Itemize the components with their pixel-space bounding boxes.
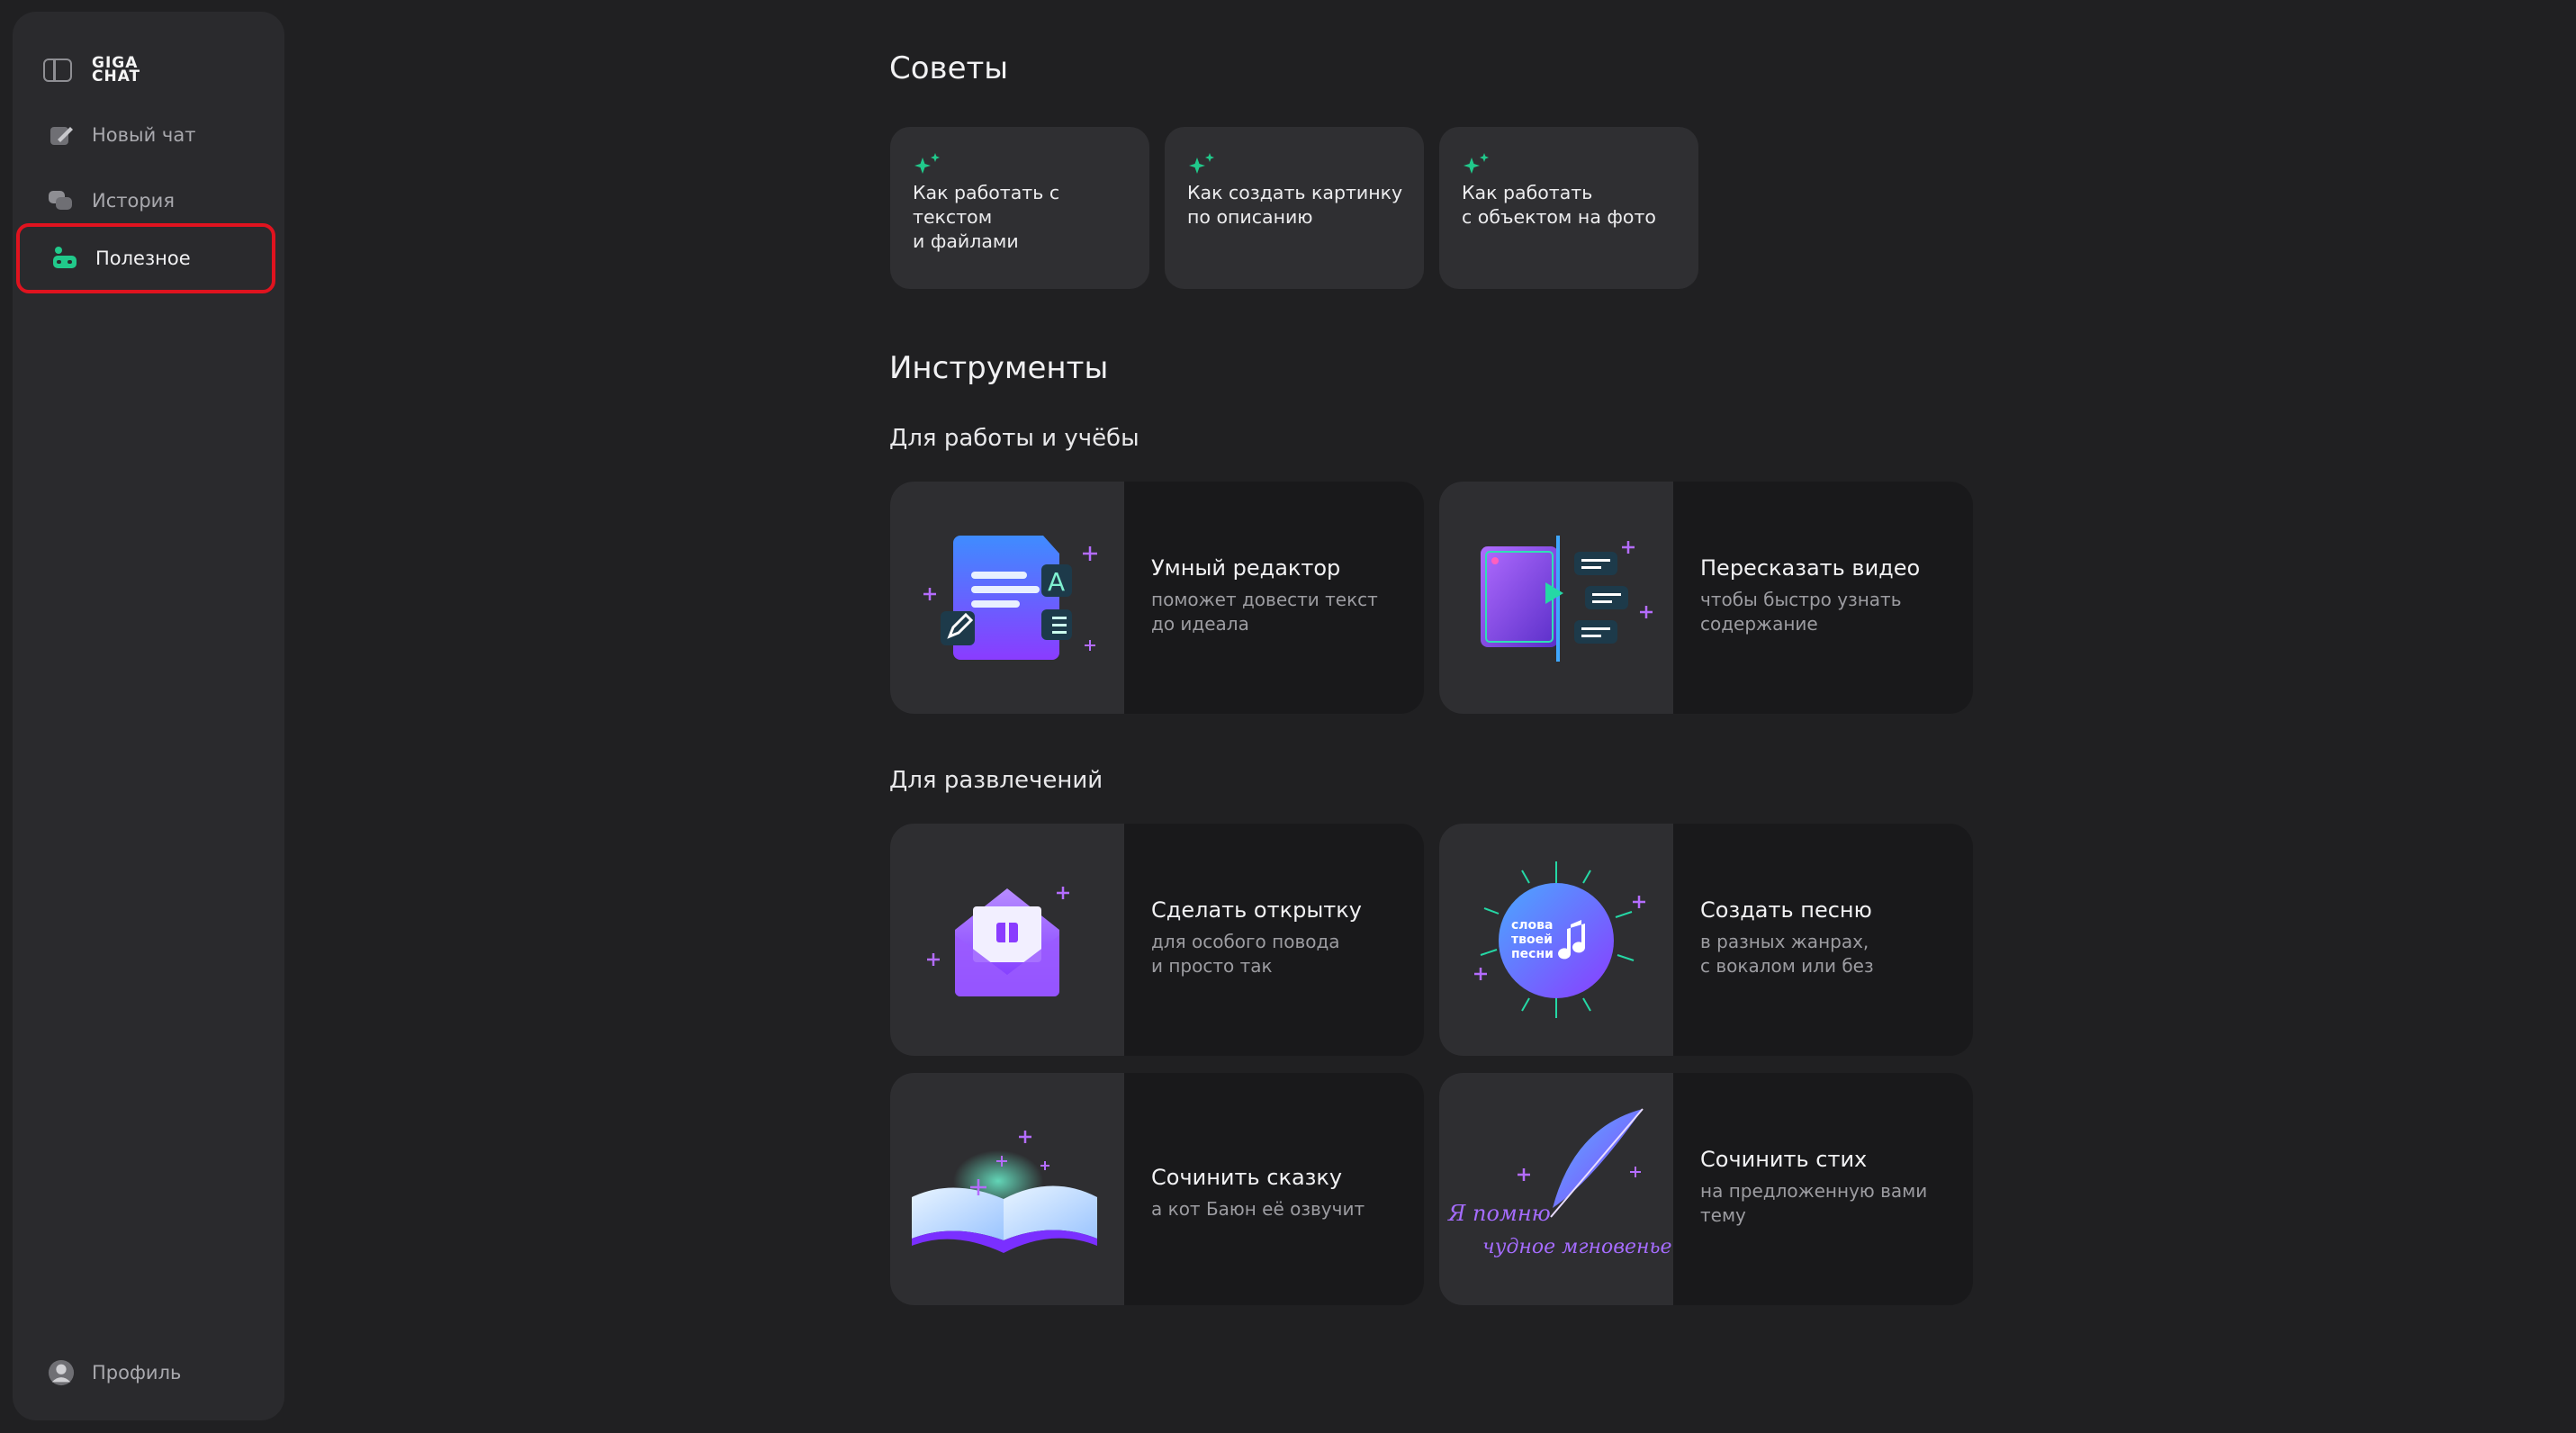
poem-art-line: Я помню	[1447, 1201, 1551, 1226]
tool-title: Создать песню	[1700, 897, 1872, 923]
fairy-tale-illustration	[890, 1073, 1124, 1305]
tip-card-create-image[interactable]: Как создать картинку по описанию	[1165, 127, 1424, 289]
sidebar: GIGA CHAT Новый чат История Полезное Про…	[13, 12, 284, 1420]
work-section-heading: Для работы и учёбы	[889, 425, 1139, 452]
tool-card-postcard[interactable]: Сделать открытку для особого повода и про…	[890, 824, 1424, 1056]
song-illustration: слова твоей песни	[1439, 824, 1673, 1056]
tool-title: Сочинить стих	[1700, 1147, 1868, 1172]
sparkles-icon	[1464, 153, 1489, 174]
song-art-word: песни	[1511, 947, 1554, 961]
tip-card-photo-object[interactable]: Как работать с объектом на фото	[1439, 127, 1698, 289]
sidebar-item-new-chat[interactable]: Новый чат	[13, 108, 284, 162]
sidebar-item-profile[interactable]: Профиль	[13, 1346, 284, 1400]
sidebar-header: GIGA CHAT	[43, 48, 140, 93]
tip-label: Как работать с объектом на фото	[1462, 182, 1656, 228]
song-art-word: слова	[1511, 918, 1553, 933]
tool-subtitle: для особого повода и просто так	[1151, 931, 1340, 977]
tool-title: Сочинить сказку	[1151, 1165, 1343, 1190]
poem-illustration: Я помню чудное мгновенье	[1439, 1073, 1673, 1305]
sidebar-item-history[interactable]: История	[13, 174, 284, 228]
sparkles-icon	[914, 153, 940, 174]
svg-text:A: A	[1048, 567, 1065, 597]
tool-card-smart-editor[interactable]: A Умный редактор поможет довести текст до…	[890, 482, 1424, 714]
tool-subtitle: чтобы быстро узнать содержание	[1700, 589, 1902, 635]
tool-title: Сделать открытку	[1151, 897, 1362, 923]
tool-card-song[interactable]: слова твоей песни Создать песню в разных…	[1439, 824, 1973, 1056]
pencil-icon	[50, 127, 73, 145]
gigachat-logo[interactable]: GIGA CHAT	[92, 56, 140, 85]
tool-title: Пересказать видео	[1700, 555, 1921, 581]
song-art-word: твоей	[1511, 933, 1553, 947]
tool-subtitle: на предложенную вами тему	[1700, 1180, 1928, 1226]
tip-card-text-files[interactable]: Как работать с текстом и файлами	[890, 127, 1149, 289]
tool-subtitle: а кот Баюн её озвучит	[1151, 1198, 1365, 1220]
tip-label: Как работать с текстом и файлами	[913, 182, 1060, 252]
tool-card-retell-video[interactable]: Пересказать видео чтобы быстро узнать сод…	[1439, 482, 1973, 714]
fun-section-heading: Для развлечений	[889, 767, 1103, 794]
sidebar-item-useful[interactable]: Полезное	[16, 223, 275, 293]
toggle-sidebar-icon[interactable]	[43, 59, 72, 82]
postcard-illustration	[890, 824, 1124, 1056]
retell-video-illustration	[1439, 482, 1673, 714]
smart-editor-illustration: A	[890, 482, 1124, 714]
robot-icon	[53, 247, 77, 268]
tool-card-poem[interactable]: Я помню чудное мгновенье Сочинить стих н…	[1439, 1073, 1973, 1305]
tools-heading: Инструменты	[889, 350, 1109, 386]
tips-heading: Советы	[889, 50, 1009, 86]
tool-subtitle: в разных жанрах, с вокалом или без	[1700, 931, 1874, 977]
avatar-icon	[48, 1359, 75, 1386]
sparkles-icon	[1189, 153, 1214, 174]
tip-label: Как создать картинку по описанию	[1187, 182, 1403, 228]
chat-bubbles-icon	[49, 191, 72, 210]
tool-card-fairy-tale[interactable]: Сочинить сказку а кот Баюн её озвучит	[890, 1073, 1424, 1305]
tool-subtitle: поможет довести текст до идеала	[1151, 589, 1378, 635]
poem-art-line: чудное мгновенье	[1482, 1236, 1672, 1258]
tool-title: Умный редактор	[1151, 555, 1341, 581]
